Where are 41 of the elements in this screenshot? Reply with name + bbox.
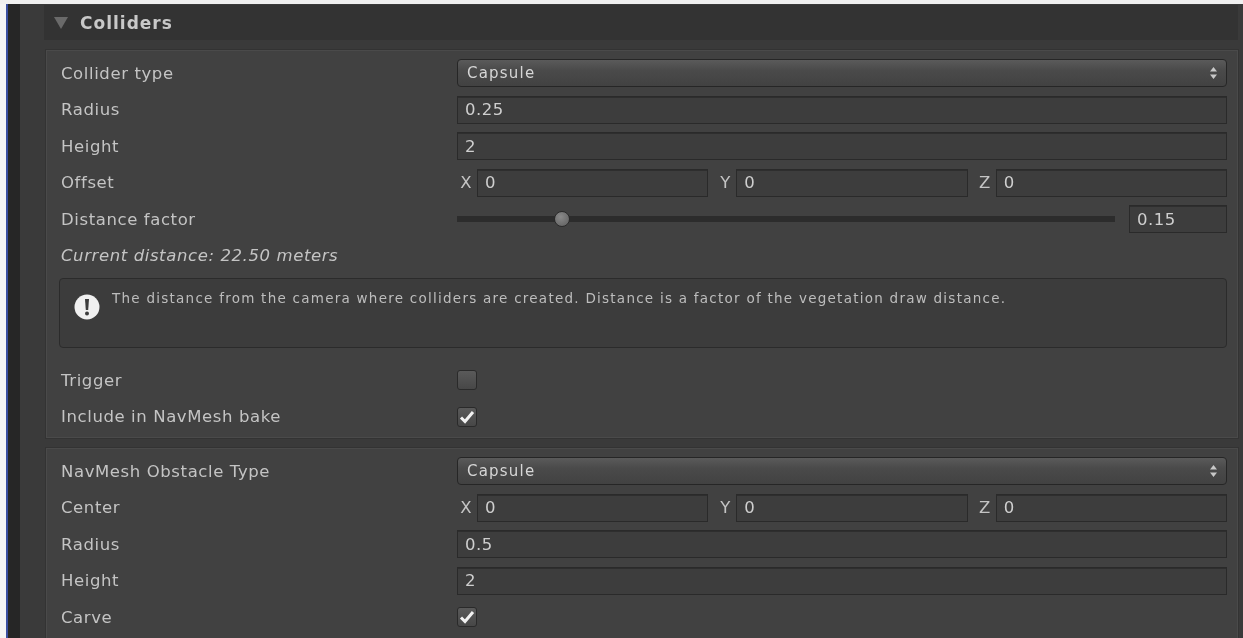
field-label: Carve — [60, 607, 114, 627]
checkbox[interactable] — [457, 370, 477, 391]
field-label: Distance factor — [60, 209, 197, 229]
dropdown[interactable]: Capsule — [457, 457, 1227, 486]
field-label: NavMesh Obstacle Type — [60, 461, 272, 481]
number-field[interactable]: 0 — [995, 168, 1227, 197]
number-field[interactable]: 0 — [477, 493, 709, 522]
field-label: Radius — [60, 534, 121, 554]
field-label: Include in NavMesh bake — [60, 407, 282, 427]
field-label: Height — [60, 136, 121, 156]
field-label: Radius — [60, 100, 121, 120]
dropdown-arrows-icon — [1210, 465, 1217, 478]
axis-label: Z — [978, 498, 992, 518]
field-label: Trigger — [60, 370, 124, 390]
slider-thumb[interactable] — [554, 211, 571, 228]
section-header[interactable]: Colliders — [44, 5, 1238, 40]
axis-label: Y — [719, 173, 732, 193]
axis-label: Z — [978, 173, 992, 193]
checkbox[interactable] — [457, 607, 477, 628]
dropdown[interactable]: Capsule — [457, 59, 1227, 88]
number-field[interactable]: 0.5 — [457, 530, 1227, 559]
number-field[interactable]: 0 — [477, 168, 709, 197]
number-field[interactable]: 0.15 — [1129, 205, 1227, 234]
field-label: Center — [60, 498, 122, 518]
number-field[interactable]: 0 — [995, 493, 1227, 522]
number-field[interactable]: 0.25 — [457, 95, 1227, 124]
exclamation-icon — [74, 294, 100, 320]
field-label: Height — [60, 571, 121, 591]
checkbox[interactable] — [457, 406, 477, 427]
field-label: Offset — [60, 173, 116, 193]
distance-note: Current distance: 22.50 meters — [60, 246, 339, 266]
number-field[interactable]: 0 — [736, 493, 968, 522]
number-field[interactable]: 2 — [457, 132, 1227, 161]
field-label: Collider type — [60, 63, 175, 83]
help-text: The distance from the camera where colliders are created. Distance is a factor of the vegetation draw distance. — [112, 290, 1007, 307]
number-field[interactable]: 0 — [736, 168, 968, 197]
axis-label: X — [459, 173, 473, 193]
dropdown-arrows-icon — [1210, 67, 1217, 80]
axis-label: X — [459, 498, 473, 518]
axis-label: Y — [719, 498, 732, 518]
number-field[interactable]: 2 — [457, 566, 1227, 595]
